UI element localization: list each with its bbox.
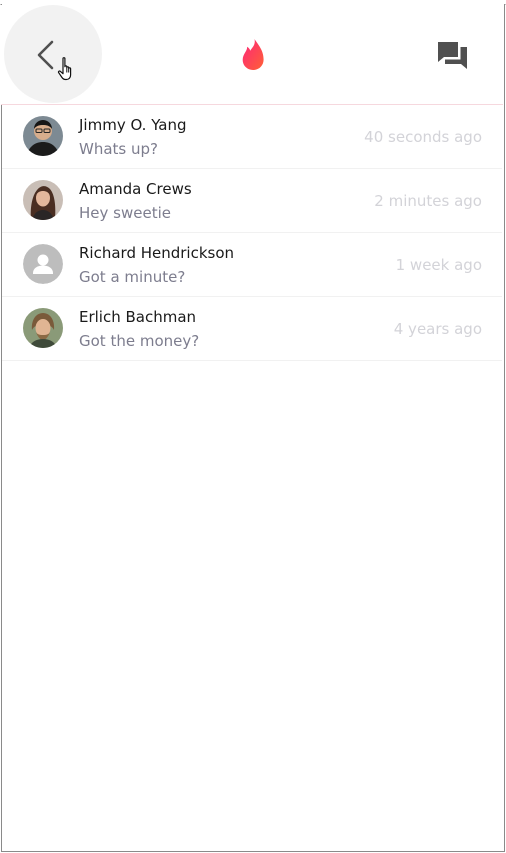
message-preview: Whats up? [79, 140, 158, 158]
chat-bubbles-icon[interactable] [435, 38, 471, 74]
message-timestamp: 40 seconds ago [364, 128, 482, 146]
message-timestamp: 1 week ago [395, 256, 482, 274]
avatar [23, 308, 63, 348]
avatar [23, 180, 63, 220]
avatar-photo [23, 116, 63, 156]
avatar [23, 116, 63, 156]
conversation-item[interactable]: Richard Hendrickson Got a minute? 1 week… [2, 233, 502, 297]
conversation-item[interactable]: Amanda Crews Hey sweetie 2 minutes ago [2, 169, 502, 233]
contact-name: Richard Hendrickson [79, 244, 235, 262]
contact-name: Amanda Crews [79, 180, 192, 198]
message-timestamp: 2 minutes ago [374, 192, 482, 210]
flame-icon[interactable] [235, 37, 271, 73]
conversation-item[interactable]: Jimmy O. Yang Whats up? 40 seconds ago [2, 105, 502, 169]
message-preview: Hey sweetie [79, 204, 171, 222]
contact-name: Jimmy O. Yang [79, 116, 187, 134]
default-person-avatar [23, 244, 63, 284]
back-button[interactable] [4, 5, 102, 103]
message-preview: Got the money? [79, 332, 200, 350]
app-header [1, 5, 503, 105]
conversation-item[interactable]: Erlich Bachman Got the money? 4 years ag… [2, 297, 502, 361]
message-timestamp: 4 years ago [393, 320, 482, 338]
avatar [23, 244, 63, 284]
avatar-photo [23, 308, 63, 348]
avatar-photo [23, 180, 63, 220]
conversation-list: Jimmy O. Yang Whats up? 40 seconds ago A… [2, 105, 502, 361]
contact-name: Erlich Bachman [79, 308, 197, 326]
chevron-left-icon [37, 40, 54, 70]
message-preview: Got a minute? [79, 268, 186, 286]
